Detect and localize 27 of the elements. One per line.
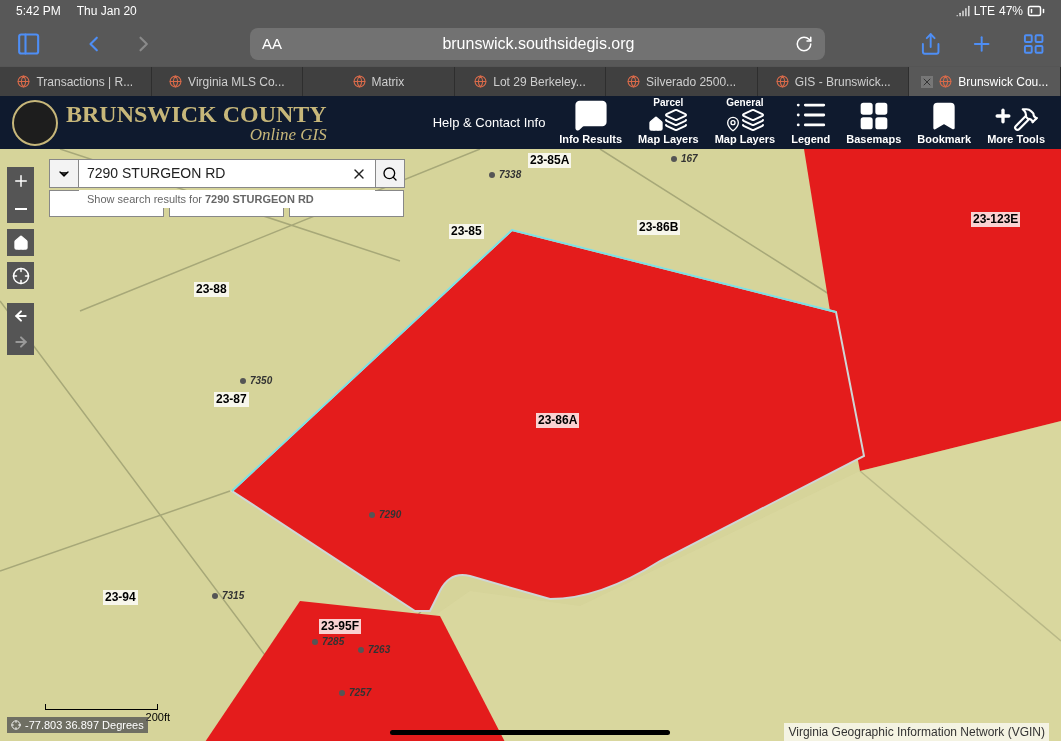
address-label: 7285 xyxy=(312,634,345,649)
address-label: 7338 xyxy=(489,167,522,182)
address-label: 7315 xyxy=(212,588,245,603)
address-label: 167 xyxy=(671,151,698,166)
network-type: LTE xyxy=(973,3,995,20)
parcel-label: 23-88 xyxy=(194,282,229,297)
parcel-label: 23-86A xyxy=(536,413,580,428)
parcel-label: 23-85A xyxy=(528,153,572,168)
coordinates-text: -77.803 36.897 Degrees xyxy=(25,717,144,733)
address-label: 7257 xyxy=(339,685,372,700)
address-label: 7350 xyxy=(240,373,273,388)
status-time: 5:42 PM xyxy=(16,3,61,20)
attribution-text: Virginia Geographic Information Network (VGIN) xyxy=(784,723,1049,741)
parcel-label: 23-95F xyxy=(319,619,362,634)
battery-percent: 47% xyxy=(998,3,1023,20)
scale-label: 200ft xyxy=(145,710,170,725)
site-subtitle: Online GIS xyxy=(249,126,327,143)
parcel-label: 23-94 xyxy=(103,590,138,605)
parcel-label: 23-86B xyxy=(637,220,681,235)
parcel-label: 23-85 xyxy=(449,224,484,239)
address-label: 7263 xyxy=(358,642,391,657)
url-text: brunswick.southsidegis.org xyxy=(441,34,636,54)
status-date: Thu Jan 20 xyxy=(76,3,137,20)
parcel-label: 23-123E xyxy=(971,212,1021,227)
address-label: 7290 xyxy=(369,507,402,522)
parcel-label: 23-87 xyxy=(214,392,249,407)
site-title: BRUNSWICK COUNTY xyxy=(66,102,327,126)
